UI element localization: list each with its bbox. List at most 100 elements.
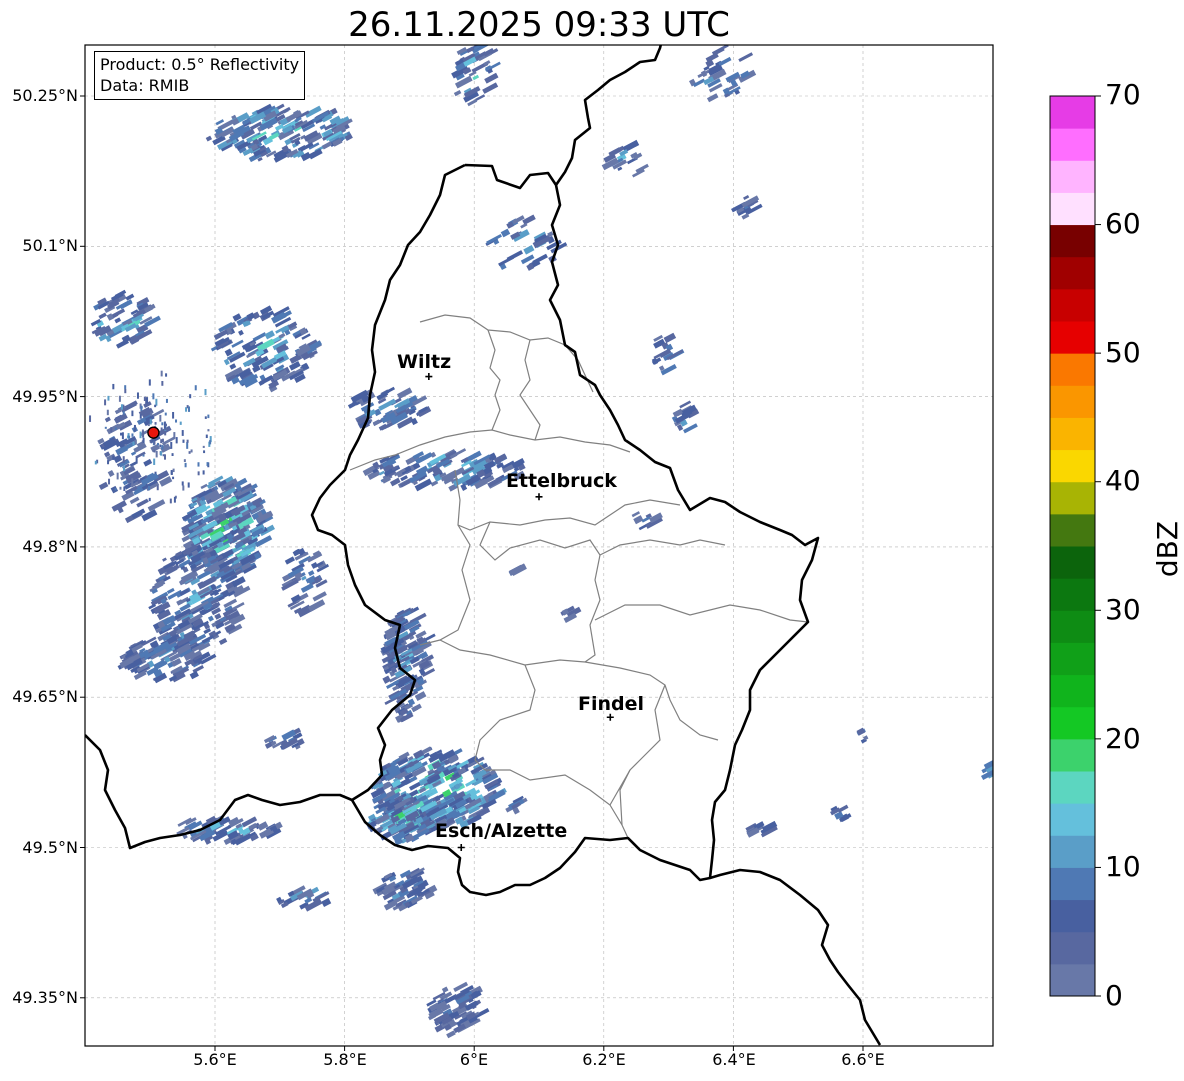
echo-cell xyxy=(132,441,135,446)
echo-cell xyxy=(104,416,111,423)
echo-cell xyxy=(106,423,121,435)
echo-cell xyxy=(143,458,153,467)
echo-cell xyxy=(114,317,122,324)
echo-cell xyxy=(223,358,230,366)
echo-cell xyxy=(119,486,122,490)
colorbar-segment xyxy=(1050,642,1095,676)
echo-cell xyxy=(153,449,156,453)
echo-cell xyxy=(378,470,385,476)
echo-cell xyxy=(300,582,314,593)
info-box: Product: 0.5° Reflectivity Data: RMIB xyxy=(94,51,306,100)
echo-cell xyxy=(520,222,528,229)
echo-cell xyxy=(142,430,145,438)
echo-cell xyxy=(181,481,184,486)
colorbar-segment xyxy=(1050,899,1095,933)
echo-cell xyxy=(107,460,110,465)
echo-cell xyxy=(125,293,135,301)
echo-cell xyxy=(150,412,153,417)
echo-cell xyxy=(124,443,127,447)
echo-cell xyxy=(89,415,92,422)
lon-tick-label: 6°E xyxy=(459,1050,489,1069)
colorbar-segment xyxy=(1050,674,1095,708)
echo-cell xyxy=(164,428,167,431)
lat-tick-label: 49.35°N xyxy=(12,988,78,1007)
colorbar-tick-label: 0 xyxy=(1105,979,1123,1012)
echo-cell xyxy=(114,427,117,430)
echo-cell xyxy=(186,439,189,443)
echo-cell xyxy=(522,214,536,225)
radar-map xyxy=(80,44,1101,1051)
echo-cell xyxy=(207,615,214,622)
echo-cell xyxy=(183,459,186,462)
echo-cell xyxy=(129,496,140,505)
echo-cell xyxy=(175,437,178,444)
echo-cell xyxy=(204,416,207,419)
colorbar-segment xyxy=(1050,160,1095,193)
echo-cell xyxy=(229,363,237,370)
echo-cell xyxy=(203,450,206,454)
echo-cell xyxy=(181,430,184,436)
echo-cell xyxy=(149,440,152,443)
echo-cell xyxy=(396,387,413,400)
echo-cell xyxy=(118,395,121,402)
echo-cell xyxy=(381,386,396,396)
echo-cell xyxy=(159,414,162,422)
echo-cell xyxy=(154,471,157,474)
echo-cell xyxy=(189,670,199,680)
echo-cell xyxy=(160,370,163,377)
colorbar-segment xyxy=(1050,867,1095,901)
echo-cell xyxy=(506,250,524,262)
colorbar-segment xyxy=(1050,385,1095,418)
echo-cell xyxy=(453,89,462,97)
echo-cell xyxy=(182,485,185,491)
echo-cell xyxy=(133,424,136,432)
axis-ticks xyxy=(80,95,864,1051)
lat-tick-label: 49.8°N xyxy=(22,537,78,556)
echo-cell xyxy=(188,451,191,454)
lat-tick-label: 49.5°N xyxy=(22,838,78,857)
colorbar-segment xyxy=(1050,321,1095,354)
colorbar-segment xyxy=(1050,192,1095,226)
lon-tick-label: 5.6°E xyxy=(193,1050,237,1069)
echo-cell xyxy=(121,432,124,440)
lat-tick-label: 50.25°N xyxy=(12,86,78,105)
colorbar-segment xyxy=(1050,513,1095,547)
echo-cell xyxy=(633,515,644,525)
colorbar-tick-label: 50 xyxy=(1105,336,1141,369)
echo-cell xyxy=(441,986,449,993)
echo-cell xyxy=(160,451,163,456)
echo-cell xyxy=(238,329,244,336)
echo-cell xyxy=(500,228,511,238)
colorbar-segment xyxy=(1050,610,1095,643)
city-marker xyxy=(425,373,433,381)
lon-tick-label: 5.8°E xyxy=(323,1050,367,1069)
echo-cell xyxy=(215,119,225,126)
echo-cell xyxy=(264,330,275,340)
echo-cell xyxy=(104,399,107,406)
echo-cell xyxy=(170,441,173,449)
echo-cell xyxy=(108,478,111,485)
echo-cell xyxy=(197,462,200,467)
colorbar-segment xyxy=(1050,224,1095,258)
echo-cell xyxy=(171,453,174,456)
echo-cell xyxy=(162,454,165,457)
echo-cell xyxy=(216,584,222,590)
echo-cell xyxy=(200,483,208,490)
echo-cell xyxy=(738,52,754,63)
echo-cell xyxy=(164,423,167,427)
echo-cell xyxy=(128,435,131,439)
colorbar-segment xyxy=(1050,771,1095,804)
echo-cell xyxy=(307,570,315,577)
echo-cell xyxy=(164,412,167,416)
data-source-label: Data: RMIB xyxy=(100,76,190,95)
echo-cell xyxy=(382,675,391,684)
echo-cell xyxy=(155,398,158,406)
echo-cell xyxy=(110,485,119,494)
echo-cell xyxy=(215,630,222,636)
echo-cell xyxy=(123,486,126,491)
echo-cell xyxy=(205,135,213,142)
echo-cell xyxy=(142,454,145,457)
colorbar-tick-label: 40 xyxy=(1105,464,1141,497)
colorbar-tick-label: 70 xyxy=(1105,78,1141,111)
echo-cell xyxy=(206,462,209,466)
